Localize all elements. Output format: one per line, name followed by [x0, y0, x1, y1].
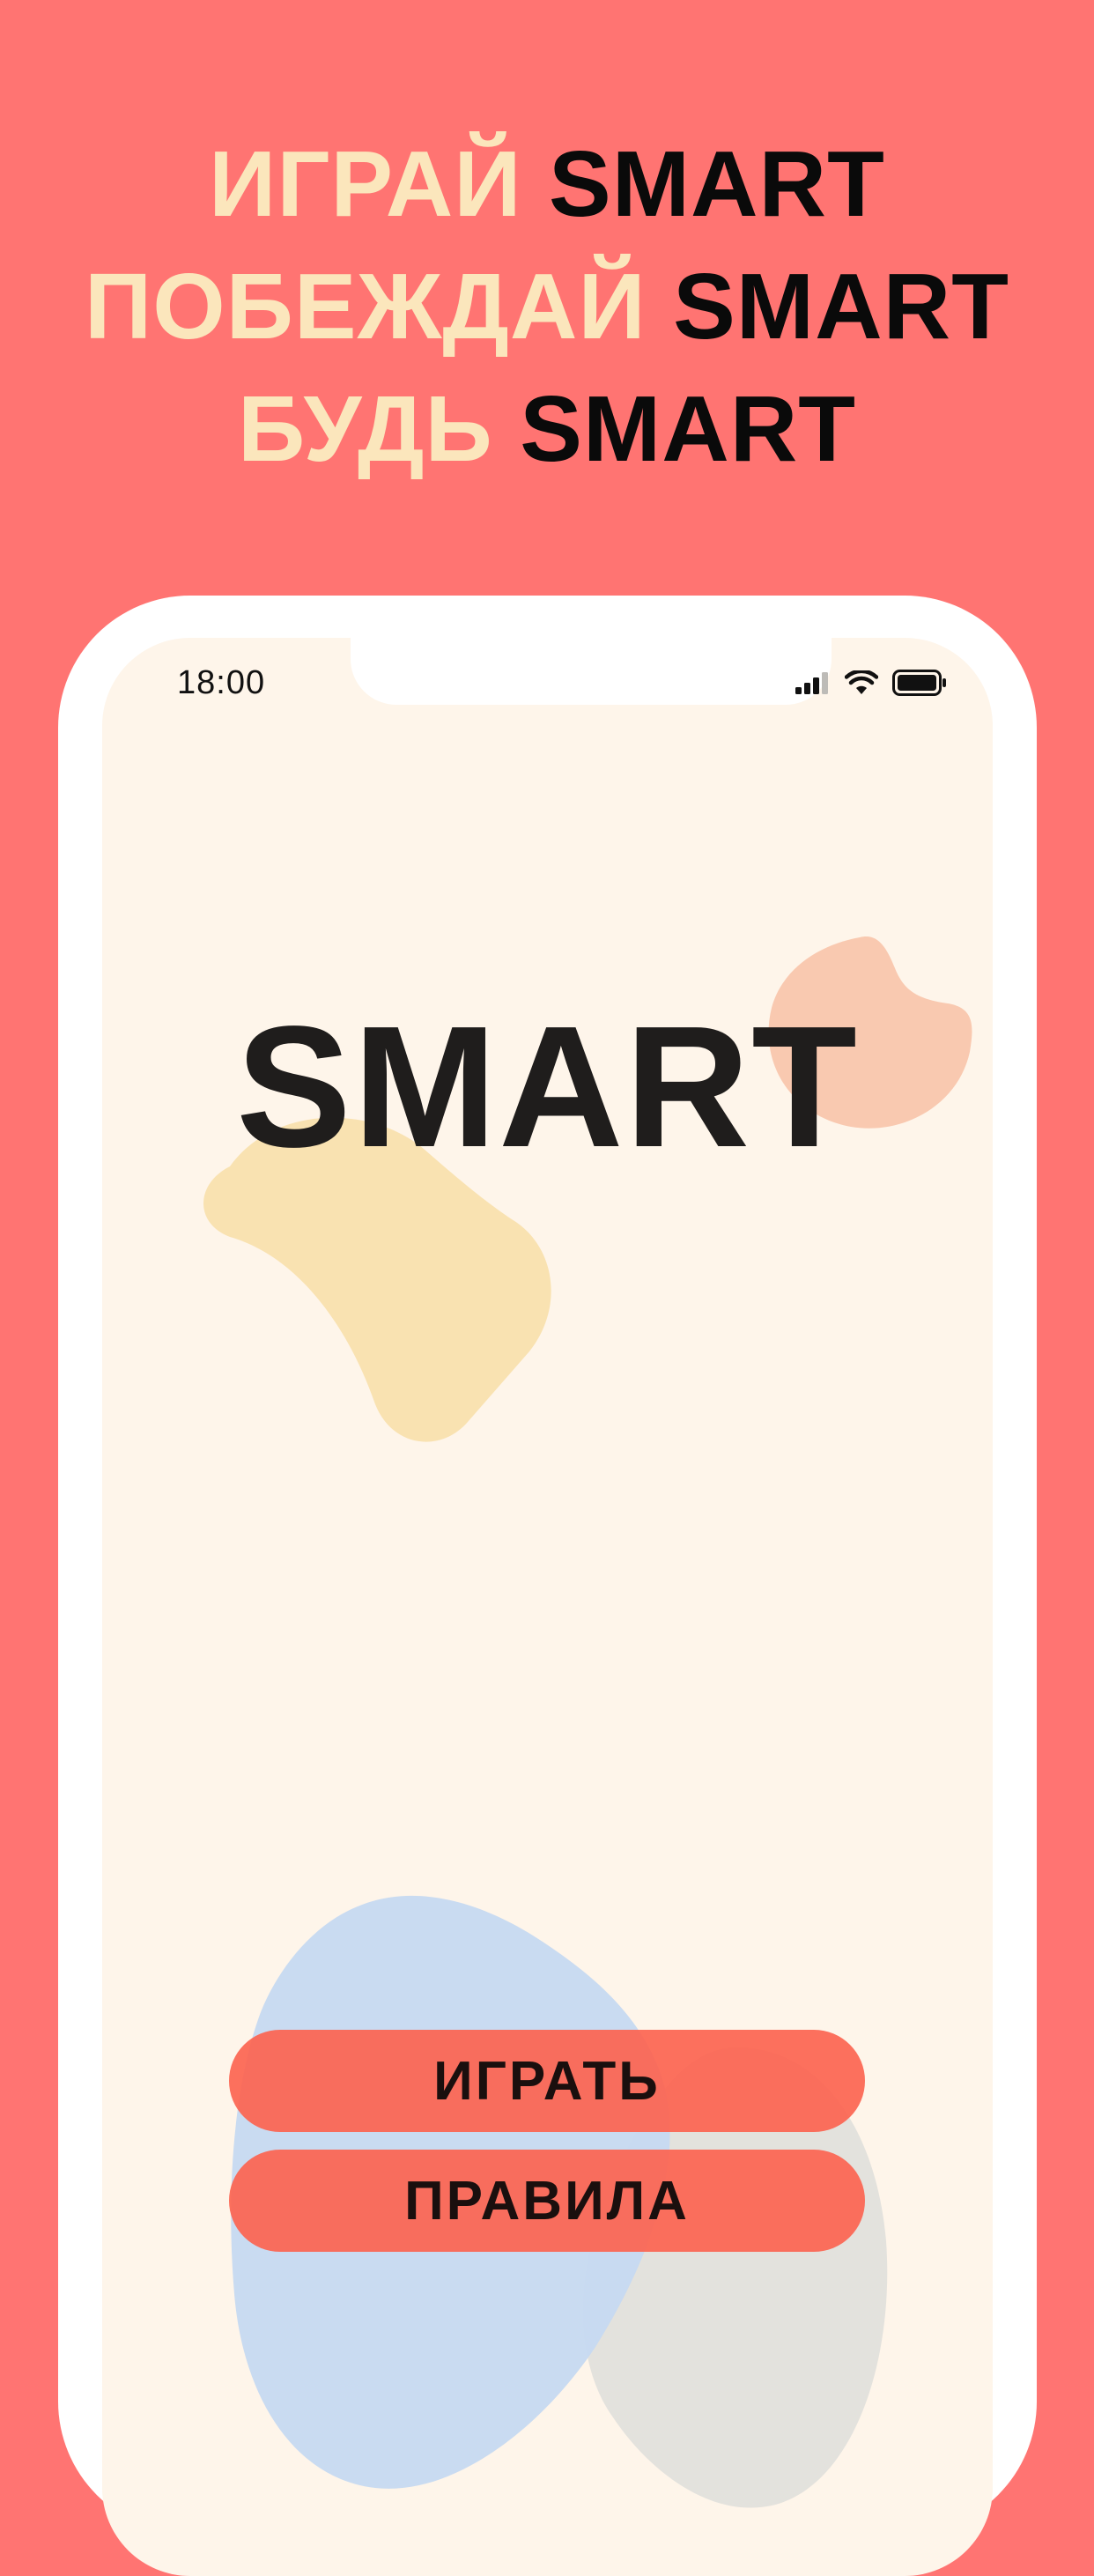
status-icons	[795, 670, 947, 696]
headline-line-3-accent: БУДЬ	[237, 377, 493, 481]
app-logo: SMART	[236, 990, 859, 1183]
headline-line-3: БУДЬ SMART	[0, 368, 1094, 491]
headline-line-3-word: SMART	[520, 377, 857, 481]
rules-button[interactable]: ПРАВИЛА	[229, 2150, 865, 2252]
headline-line-1-accent: ИГРАЙ	[209, 132, 522, 236]
play-button[interactable]: ИГРАТЬ	[229, 2030, 865, 2132]
headline-line-2-accent: ПОБЕЖДАЙ	[85, 255, 647, 359]
app-screen: SMART ИГРАТЬ ПРАВИЛА 18:00	[102, 638, 993, 2576]
cellular-signal-icon	[795, 672, 828, 694]
promo-headline: ИГРАЙ SMART ПОБЕЖДАЙ SMART БУДЬ SMART	[0, 123, 1094, 491]
battery-icon	[892, 670, 946, 696]
headline-line-1-word: SMART	[549, 132, 885, 236]
headline-line-2: ПОБЕЖДАЙ SMART	[0, 246, 1094, 368]
headline-line-2-word: SMART	[673, 255, 1009, 359]
status-time: 18:00	[177, 664, 266, 701]
phone-notch	[351, 638, 832, 705]
phone-frame: SMART ИГРАТЬ ПРАВИЛА 18:00	[58, 596, 1037, 2576]
wifi-icon	[845, 670, 878, 694]
headline-line-1: ИГРАЙ SMART	[0, 123, 1094, 246]
